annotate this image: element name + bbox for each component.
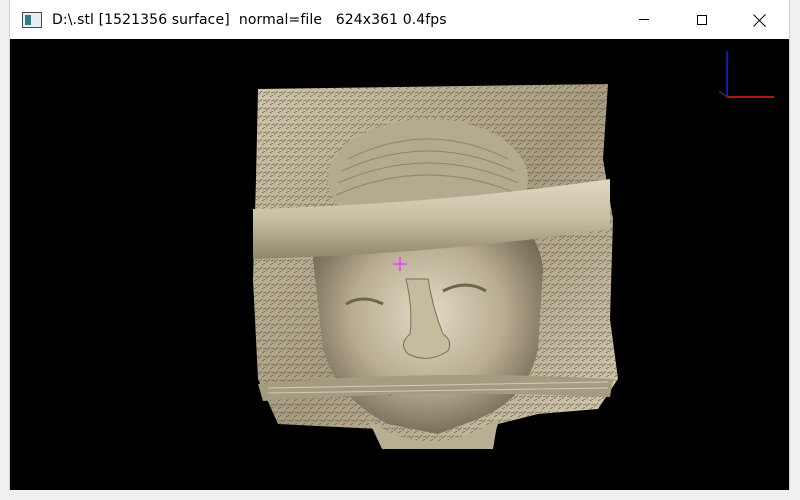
- title-bar[interactable]: D:\.stl [1521356 surface] normal=file 62…: [10, 0, 789, 39]
- maximize-button[interactable]: [673, 0, 731, 39]
- minimize-button[interactable]: [615, 0, 673, 39]
- close-icon: [753, 13, 767, 27]
- y-axis-line: [719, 90, 728, 98]
- app-window-icon[interactable]: [22, 11, 42, 28]
- window-controls: [615, 0, 789, 39]
- surface-render: [253, 84, 618, 449]
- maximize-icon: [697, 14, 707, 25]
- minimize-icon: [639, 19, 649, 20]
- close-button[interactable]: [731, 0, 789, 39]
- 3d-viewport[interactable]: [10, 39, 789, 490]
- window-title: D:\.stl [1521356 surface] normal=file 62…: [52, 11, 447, 28]
- orientation-axes-icon: [719, 51, 774, 98]
- application-window: D:\.stl [1521356 surface] normal=file 62…: [9, 0, 790, 490]
- crosshair-cursor-icon: [393, 257, 407, 271]
